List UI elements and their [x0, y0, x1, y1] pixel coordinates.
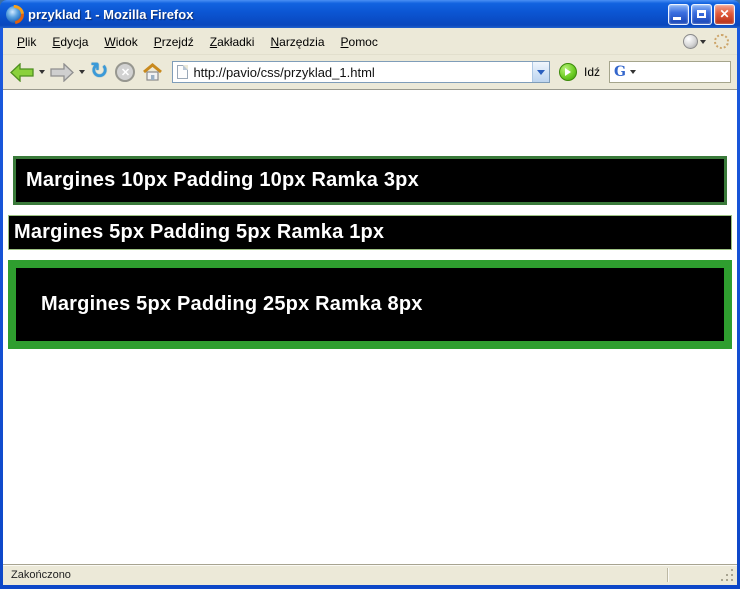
page-viewport: Margines 10px Padding 10px Ramka 3px Mar…	[3, 89, 737, 564]
browser-window: przyklad 1 - Mozilla Firefox ✕ Plik Edyc…	[0, 0, 740, 589]
url-input[interactable]	[193, 62, 527, 82]
css-demo-box-1: Margines 10px Padding 10px Ramka 3px	[13, 156, 727, 205]
menu-item-przejdz[interactable]: Przejdź	[146, 32, 202, 52]
status-bar: Zakończono	[3, 564, 737, 585]
forward-arrow-icon	[50, 62, 74, 82]
home-icon	[143, 62, 163, 81]
reload-icon: ↻	[90, 59, 109, 84]
search-input[interactable]	[637, 62, 740, 82]
globe-icon	[683, 34, 698, 49]
stop-button[interactable]: ✕	[113, 58, 137, 86]
stop-icon: ✕	[115, 62, 136, 82]
menubar: Plik Edycja Widok Przejdź Zakładki Narzę…	[3, 28, 737, 55]
navigation-toolbar: ↻ ✕ Idź	[3, 55, 740, 89]
chevron-down-icon	[536, 69, 545, 75]
back-button[interactable]	[8, 58, 36, 86]
forward-button[interactable]	[48, 58, 76, 86]
throbber-icon	[714, 34, 729, 49]
profile-globe-button[interactable]	[683, 34, 706, 49]
menu-item-pomoc[interactable]: Pomoc	[333, 32, 386, 52]
minimize-button[interactable]	[668, 3, 689, 25]
go-play-icon	[565, 68, 572, 76]
chevron-down-icon	[700, 39, 706, 44]
menu-item-narzedzia[interactable]: Narzędzia	[262, 32, 332, 52]
url-bar	[172, 61, 550, 83]
search-engine-chevron-icon[interactable]	[629, 70, 636, 74]
minimize-icon	[673, 16, 681, 20]
resize-grip-icon[interactable]	[731, 579, 733, 581]
menu-item-edycja[interactable]: Edycja	[44, 32, 96, 52]
window-title: przyklad 1 - Mozilla Firefox	[28, 6, 194, 22]
titlebar: przyklad 1 - Mozilla Firefox ✕	[0, 0, 740, 28]
reload-button[interactable]: ↻	[88, 58, 110, 86]
close-icon: ✕	[719, 7, 730, 21]
page-icon	[177, 65, 189, 79]
status-text: Zakończono	[11, 569, 71, 581]
menu-item-plik[interactable]: Plik	[9, 32, 44, 52]
back-arrow-icon	[10, 62, 34, 82]
css-demo-box-3: Margines 5px Padding 25px Ramka 8px	[8, 260, 732, 349]
url-dropdown-button[interactable]	[531, 62, 549, 82]
window-bottom-border	[0, 585, 740, 589]
close-button[interactable]: ✕	[714, 3, 735, 25]
firefox-logo-icon	[6, 5, 23, 23]
google-logo-icon: G	[614, 64, 626, 80]
maximize-button[interactable]	[691, 3, 712, 25]
search-bar: G	[609, 61, 740, 83]
go-button[interactable]	[558, 63, 577, 81]
go-button-label[interactable]: Idź	[584, 65, 600, 79]
window-controls: ✕	[668, 3, 735, 25]
menu-item-widok[interactable]: Widok	[96, 32, 145, 52]
window-body: Plik Edycja Widok Przejdź Zakładki Narzę…	[3, 28, 740, 585]
home-button[interactable]	[140, 58, 165, 86]
maximize-icon	[697, 10, 706, 18]
forward-history-chevron-icon[interactable]	[79, 70, 85, 74]
css-demo-box-2: Margines 5px Padding 5px Ramka 1px	[8, 215, 732, 250]
back-history-chevron-icon[interactable]	[39, 70, 45, 74]
menu-item-zakladki[interactable]: Zakładki	[202, 32, 263, 52]
statusbar-divider	[667, 568, 669, 582]
